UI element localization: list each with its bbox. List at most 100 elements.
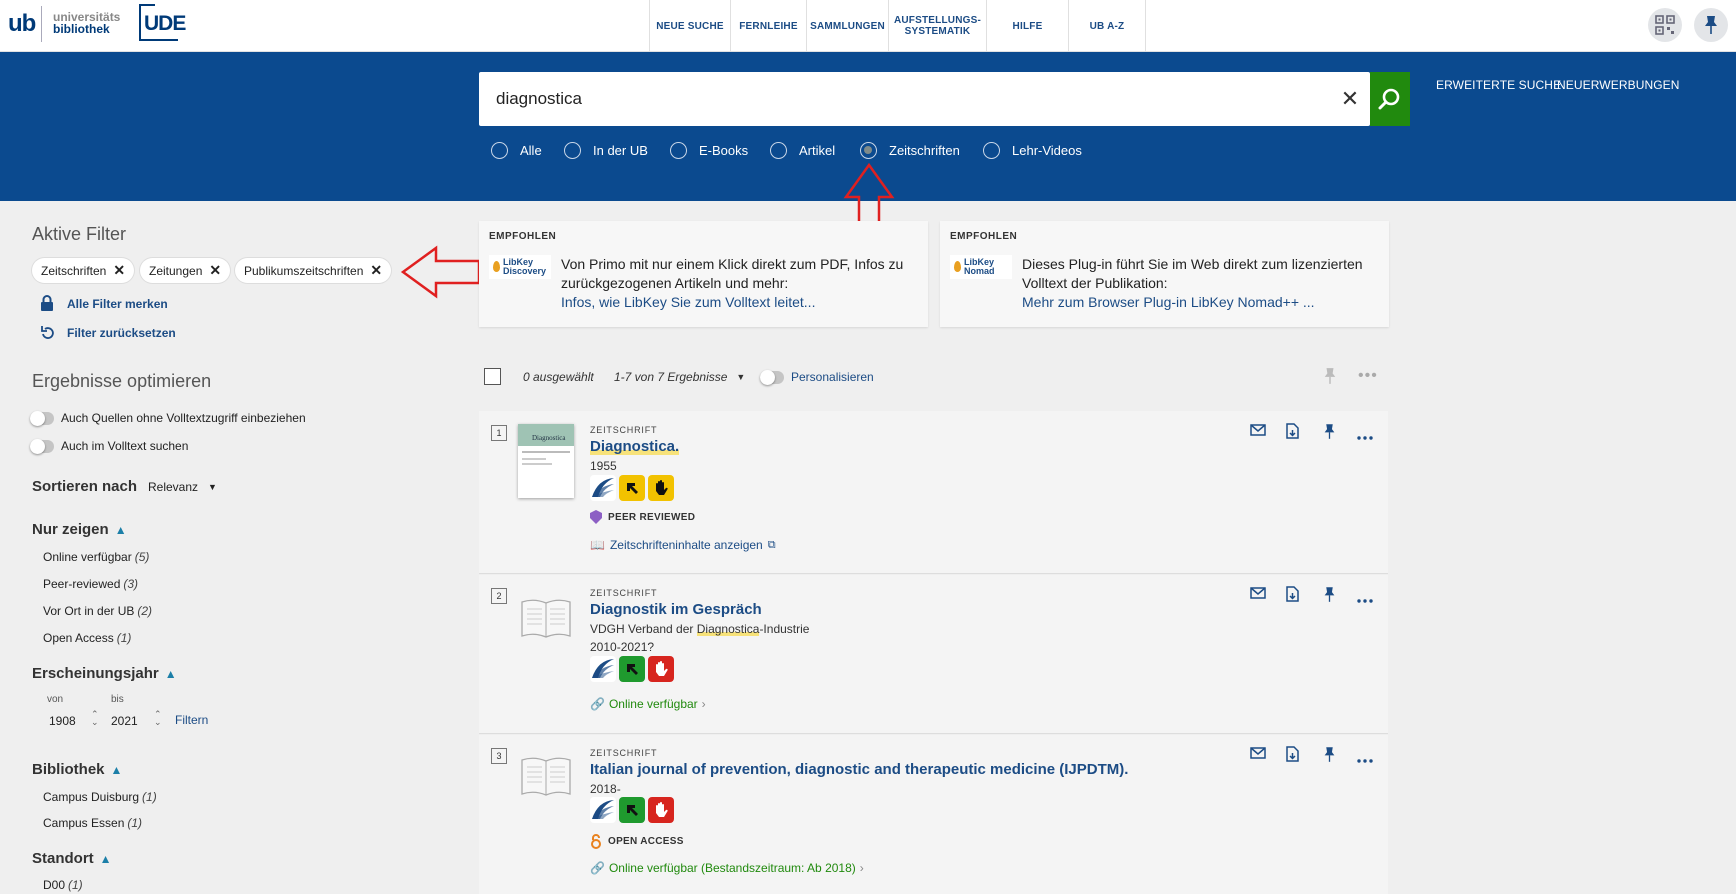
scope-e-books[interactable]: E-Books — [670, 140, 748, 160]
nav-sammlungen[interactable]: SAMMLUNGEN — [806, 0, 888, 52]
results-count-dropdown[interactable]: 1-7 von 7 Ergebnisse ▼ — [614, 370, 745, 384]
year-from-input[interactable]: 1908 — [49, 714, 76, 728]
show-only-title: Nur zeigen — [32, 521, 109, 538]
filter-campus-essen[interactable]: Campus Essen (1) — [43, 816, 142, 830]
more-options-icon[interactable] — [1357, 750, 1373, 768]
online-available-label: Online verfügbar (Bestandszeitraum: Ab 2… — [608, 861, 856, 875]
close-icon[interactable]: ✕ — [209, 262, 221, 279]
logo-divider — [41, 6, 42, 42]
pin-icon[interactable] — [1323, 367, 1337, 390]
email-icon[interactable] — [1250, 423, 1266, 441]
result-title[interactable]: Diagnostica. — [590, 438, 680, 455]
diagnostica-cover-image[interactable]: Diagnostica — [518, 424, 574, 498]
filter-open-access[interactable]: Open Access (1) — [43, 631, 131, 645]
result-years: 2010-2021? — [590, 640, 655, 654]
advanced-search-link[interactable]: ERWEITERTE SUCHE — [1436, 78, 1561, 92]
remember-filters-button[interactable]: Alle Filter merken — [40, 295, 168, 312]
clear-search-icon[interactable]: ✕ — [1335, 84, 1365, 114]
filter-chip-publikumszeitschriften[interactable]: Publikumszeitschriften ✕ — [235, 258, 392, 283]
toggle-in-fulltext-row[interactable]: Auch im Volltext suchen — [30, 438, 189, 454]
recommendation-label: EMPFOHLEN — [950, 231, 1018, 242]
close-icon[interactable]: ✕ — [113, 262, 125, 279]
recommendation-body: Dieses Plug-in führt Sie im Web direkt z… — [1022, 256, 1363, 291]
personalize-toggle[interactable]: Personalisieren — [760, 369, 874, 385]
filter-vor-ort[interactable]: Vor Ort in der UB (2) — [43, 604, 152, 618]
filter-d00[interactable]: D00 (1) — [43, 878, 83, 892]
toggle-switch[interactable] — [760, 369, 784, 385]
ezb-logo-icon — [590, 656, 616, 682]
scope-lehr-videos[interactable]: Lehr-Videos — [983, 140, 1082, 160]
journal-contents-link[interactable]: 📖 Zeitschrifteninhalte anzeigen ⧉ — [590, 538, 776, 552]
availability-badges[interactable] — [590, 475, 674, 501]
scope-zeitschriften[interactable]: Zeitschriften — [860, 140, 960, 160]
reset-filters-button[interactable]: Filter zurücksetzen — [40, 325, 176, 341]
nav-neue-suche[interactable]: NEUE SUCHE — [649, 0, 730, 52]
pin-icon[interactable] — [1323, 746, 1336, 768]
select-all-checkbox[interactable] — [484, 368, 501, 385]
radio-icon — [491, 141, 508, 159]
year-header[interactable]: Erscheinungsjahr ▲ — [32, 665, 177, 682]
filter-chip-zeitschriften[interactable]: Zeitschriften ✕ — [32, 258, 135, 283]
email-icon[interactable] — [1250, 586, 1266, 604]
journal-contents-label: Zeitschrifteninhalte anzeigen — [609, 538, 763, 552]
year-from-stepper-icon[interactable]: ⌃ ⌄ — [91, 710, 99, 727]
more-options-icon[interactable] — [1357, 590, 1373, 608]
toggle-label: Auch im Volltext suchen — [61, 439, 189, 453]
nav-ub-a-z[interactable]: UB A-Z — [1068, 0, 1146, 52]
filter-online-verfuegbar[interactable]: Online verfügbar (5) — [43, 550, 149, 564]
reset-icon — [41, 326, 54, 339]
year-filter-button[interactable]: Filtern — [175, 713, 208, 727]
filter-campus-duisburg[interactable]: Campus Duisburg (1) — [43, 790, 157, 804]
scope-alle[interactable]: Alle — [491, 140, 542, 160]
recommendation-text: Dieses Plug-in führt Sie im Web direkt z… — [1022, 255, 1382, 312]
email-icon[interactable] — [1250, 746, 1266, 764]
export-document-icon[interactable] — [1286, 586, 1299, 607]
access-hand-icon — [648, 797, 674, 823]
result-publisher: VDGH Verband der Diagnostica-Industrie — [590, 622, 810, 636]
new-acquisitions-link[interactable]: NEUERWERBUNGEN — [1557, 78, 1680, 92]
search-button[interactable] — [1370, 72, 1410, 126]
close-icon[interactable]: ✕ — [370, 262, 382, 279]
library-header[interactable]: Bibliothek ▲ — [32, 761, 122, 778]
result-title[interactable]: Italian journal of prevention, diagnosti… — [590, 761, 1128, 778]
pin-icon[interactable] — [1323, 423, 1336, 445]
export-document-icon[interactable] — [1286, 423, 1299, 444]
availability-badges[interactable] — [590, 656, 674, 682]
filter-peer-reviewed[interactable]: Peer-reviewed (3) — [43, 577, 138, 591]
filter-chip-zeitungen[interactable]: Zeitungen ✕ — [140, 258, 231, 283]
result-title[interactable]: Diagnostik im Gespräch — [590, 601, 762, 618]
more-options-icon[interactable]: ••• — [1358, 367, 1378, 385]
year-to-stepper-icon[interactable]: ⌃ ⌄ — [154, 710, 162, 727]
nav-fernleihe[interactable]: FERNLEIHE — [730, 0, 806, 52]
scope-in-der-ub[interactable]: In der UB — [564, 140, 648, 160]
pin-icon[interactable] — [1323, 586, 1336, 608]
location-header[interactable]: Standort ▲ — [32, 850, 112, 867]
toggle-switch[interactable] — [30, 410, 54, 426]
recommendation-link[interactable]: Infos, wie LibKey Sie zum Volltext leite… — [561, 294, 815, 310]
search-input[interactable] — [496, 80, 1296, 118]
show-only-header[interactable]: Nur zeigen ▲ — [32, 521, 127, 538]
more-options-icon[interactable] — [1357, 427, 1373, 445]
pin-icon[interactable] — [1694, 8, 1728, 42]
online-available-link[interactable]: 🔗 Online verfügbar › — [590, 697, 706, 711]
scope-label: Artikel — [799, 142, 836, 158]
export-document-icon[interactable] — [1286, 746, 1299, 767]
qr-code-icon[interactable] — [1648, 8, 1682, 42]
logo-ude[interactable]: UDE — [139, 4, 186, 41]
nav-aufstellungssystematik[interactable]: AUFSTELLUNGS- SYSTEMATIK — [888, 0, 986, 52]
year-to-input[interactable]: 2021 — [111, 714, 138, 728]
open-access-icon — [591, 834, 601, 849]
online-available-link[interactable]: 🔗 Online verfügbar (Bestandszeitraum: Ab … — [590, 861, 864, 875]
scope-artikel[interactable]: Artikel — [770, 140, 835, 160]
result-years: 2018- — [590, 782, 621, 796]
logo-ub[interactable]: ub — [8, 10, 36, 38]
sort-value: Relevanz — [148, 480, 199, 494]
toggle-switch[interactable] — [30, 438, 54, 454]
sort-select[interactable]: Relevanz ▼ — [148, 480, 217, 494]
recommendation-link[interactable]: Mehr zum Browser Plug-in LibKey Nomad++ … — [1022, 294, 1315, 310]
nav-hilfe[interactable]: HILFE — [986, 0, 1068, 52]
logo-universitaetsbibliothek[interactable]: universitäts bibliothek — [53, 11, 120, 35]
result-title-text: Diagnostica. — [590, 438, 680, 455]
toggle-no-fulltext-row[interactable]: Auch Quellen ohne Volltextzugriff einbez… — [30, 410, 306, 426]
availability-badges[interactable] — [590, 797, 674, 823]
